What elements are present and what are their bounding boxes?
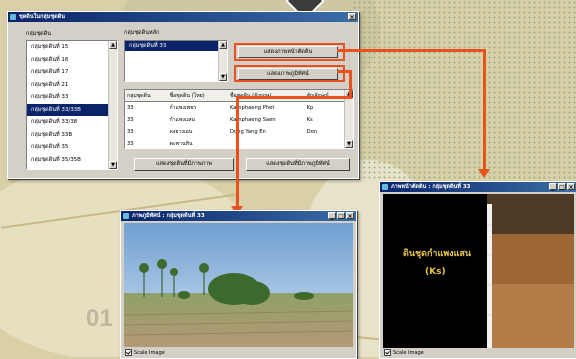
table-row[interactable]: 33 กำแพงเพชร Kamphaeng Phet Kp: [125, 102, 345, 115]
close-button[interactable]: ×: [567, 183, 575, 191]
table-cell: Kamphaeng Phet: [230, 105, 275, 111]
profile-caption-code: (Ks): [425, 267, 446, 277]
table-cell: Ks: [306, 117, 313, 123]
table-cell: 33: [127, 141, 134, 147]
main-group-scrollbar[interactable]: ▲ ▼: [218, 41, 227, 81]
table-cell: Don: [306, 129, 318, 135]
profile-caption-thai: ดินชุดกำแพงแสน: [403, 248, 472, 259]
soil-group-item[interactable]: กลุ่มชุดดินที่ 15: [27, 41, 117, 54]
scale-image-option[interactable]: Scale Image: [384, 349, 424, 356]
profile-window: ภาพหน้าตัดดิน : กลุ่มชุดดินที่ 33 _ □ × …: [379, 181, 576, 359]
soil-group-scrollbar[interactable]: ▲ ▼: [108, 41, 117, 169]
scroll-down-icon[interactable]: ▼: [345, 140, 353, 148]
main-group-list[interactable]: กลุ่มชุดดินที่ 33 ▲ ▼: [124, 40, 228, 82]
app-icon: [123, 213, 129, 219]
scroll-down-icon[interactable]: ▼: [109, 161, 117, 169]
table-cell: Kamphaeng Saen: [230, 117, 276, 123]
soil-profile-photo: ดินชุดกำแพงแสน (Ks): [383, 194, 574, 348]
main-group-label: กลุ่มชุดดินหลัก: [124, 30, 160, 36]
table-cell: 33: [127, 117, 134, 123]
table-cell: ดงยางเอน: [169, 129, 193, 135]
maximize-button[interactable]: □: [337, 212, 345, 220]
show-picture-series-button[interactable]: แสดงชุดดินที่มีภาพภาพ: [134, 158, 234, 171]
soil-group-item[interactable]: กลุ่มชุดดินที่ 35/35B: [27, 154, 117, 167]
profile-highlight: [234, 43, 345, 61]
app-icon: [10, 14, 16, 20]
table-cell: [228, 138, 305, 148]
main-group-item[interactable]: กลุ่มชุดดินที่ 33: [125, 41, 227, 51]
maximize-button[interactable]: □: [558, 183, 566, 191]
arrow-head-profile: [478, 169, 490, 178]
arrow-to-profile: [337, 49, 485, 52]
arrow-to-landscape-down2: [236, 96, 239, 208]
soil-group-item[interactable]: กลุ่มชุดดินที่ 33B: [27, 129, 117, 142]
scale-image-checkbox[interactable]: [384, 349, 391, 356]
window-title: ภาพหน้าตัดดิน : กลุ่มชุดดินที่ 33: [391, 184, 471, 190]
table-row[interactable]: 33 กำแพงแสน Kamphaeng Saen Ks: [125, 114, 345, 126]
table-cell: 33: [127, 105, 134, 111]
scale-image-label: Scale Image: [393, 349, 424, 356]
landscape-highlight: [234, 65, 345, 82]
soil-group-list[interactable]: กลุ่มชุดดินที่ 15 กลุ่มชุดดินที่ 16 กลุ่มช…: [26, 40, 118, 170]
show-landscape-series-button[interactable]: แสดงชุดดินที่มีภาพภูมิทัศน์: [246, 158, 350, 171]
soil-group-item[interactable]: กลุ่มชุดดินที่ 35: [27, 141, 117, 154]
soil-group-label: กลุ่มชุดดิน: [26, 31, 51, 37]
arrow-to-profile-down: [483, 49, 486, 171]
soil-group-item[interactable]: กลุ่มชุดดินที่ 33/33B: [27, 103, 117, 116]
table-row[interactable]: 33 ดงยางเอน Dong Yang En Don: [125, 126, 345, 138]
soil-group-item[interactable]: กลุ่มชุดดินที่ 33: [27, 91, 117, 104]
arrow-to-landscape-left: [236, 96, 352, 99]
scroll-up-icon[interactable]: ▲: [219, 41, 227, 49]
title-bar: ชุดดินในกลุ่มชุดดิน ×: [8, 12, 358, 22]
minimize-button[interactable]: _: [549, 183, 557, 191]
soil-group-item[interactable]: กลุ่มชุดดินที่ 16: [27, 54, 117, 67]
close-button[interactable]: ×: [348, 13, 356, 21]
col-header[interactable]: กลุ่มชุดดิน: [125, 90, 168, 102]
soil-series-window: ชุดดินในกลุ่มชุดดิน × กลุ่มชุดดิน กลุ่มช…: [7, 11, 359, 179]
scroll-up-icon[interactable]: ▲: [109, 41, 117, 49]
window-title: ชุดดินในกลุ่มชุดดิน: [19, 14, 66, 20]
table-cell: [305, 138, 345, 148]
table-cell: Dong Yang En: [230, 129, 266, 135]
scroll-down-icon[interactable]: ▼: [219, 73, 227, 81]
col-header[interactable]: ชื่อชุดดิน (ไทย): [167, 90, 228, 102]
scale-image-option[interactable]: Scale Image: [125, 349, 165, 356]
landscape-photo: [124, 223, 353, 347]
background-number: 01: [86, 305, 113, 332]
close-button[interactable]: ×: [346, 212, 354, 220]
soil-group-item[interactable]: กลุ่มชุดดินที่ 33/38: [27, 116, 117, 129]
arrow-to-landscape-down: [349, 70, 352, 98]
scale-image-label: Scale Image: [134, 349, 165, 356]
table-cell: 33: [127, 129, 134, 135]
table-cell: กำแพงเพชร: [169, 105, 197, 111]
table-row[interactable]: 33 ตะพานหิน: [125, 138, 345, 148]
landscape-window: ภาพภูมิทัศน์ : กลุ่มชุดดินที่ 33 _ □ × S…: [120, 210, 357, 359]
soil-group-item[interactable]: กลุ่มชุดดินที่ 17: [27, 66, 117, 79]
soil-group-item[interactable]: กลุ่มชุดดินที่ 21: [27, 79, 117, 92]
table-cell: ตะพานหิน: [169, 141, 193, 147]
minimize-button[interactable]: _: [328, 212, 336, 220]
app-icon: [382, 184, 388, 190]
table-cell: กำแพงแสน: [169, 117, 195, 123]
window-title: ภาพภูมิทัศน์ : กลุ่มชุดดินที่ 33: [132, 213, 205, 219]
table-cell: Kp: [306, 105, 314, 111]
scale-image-checkbox[interactable]: [125, 349, 132, 356]
